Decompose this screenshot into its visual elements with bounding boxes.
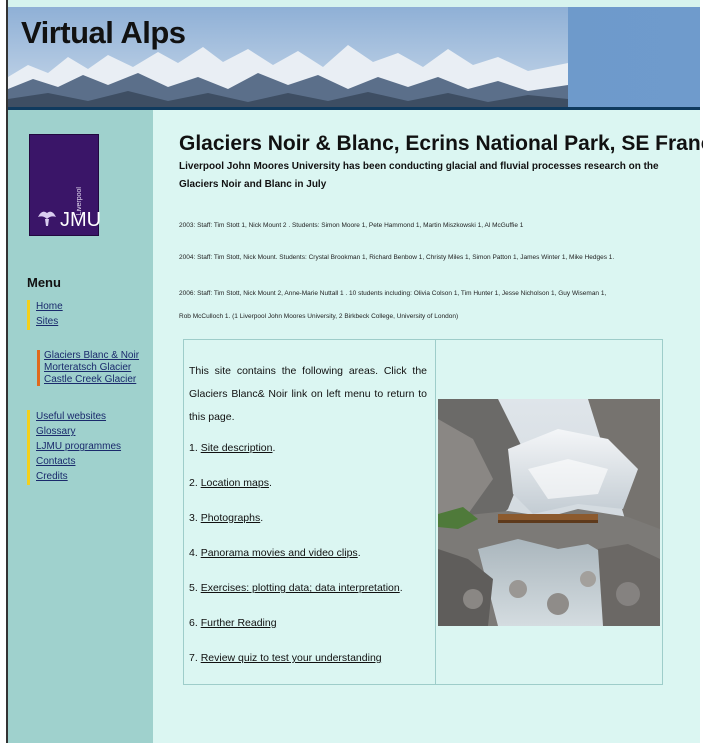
panorama-movies-link[interactable]: Panorama movies and video clips xyxy=(201,547,358,559)
location-maps-link[interactable]: Location maps xyxy=(201,477,269,489)
list-item-suffix: . xyxy=(268,477,272,489)
areas-panel: This site contains the following areas. … xyxy=(183,339,663,685)
staff-2006-line1: 2006: Staff: Tim Stott, Nick Mount 2, An… xyxy=(179,290,607,297)
nav-bottom: Useful websites Glossary LJMU programmes… xyxy=(27,410,121,485)
list-item: 4. Panorama movies and video clips. xyxy=(189,547,361,559)
list-item-number: 6. xyxy=(189,617,198,629)
list-item: 5. Exercises: plotting data; data interp… xyxy=(189,582,403,594)
areas-intro: This site contains the following areas. … xyxy=(189,365,427,423)
nav-glossary-link[interactable]: Glossary xyxy=(27,425,121,440)
main-content: Glaciers Noir & Blanc, Ecrins National P… xyxy=(153,110,703,743)
exercises-link[interactable]: Exercises: plotting data; data interpret… xyxy=(201,582,400,594)
nav-top: Home Sites xyxy=(27,300,63,330)
page-heading: Glaciers Noir & Blanc, Ecrins National P… xyxy=(179,132,703,155)
list-item-suffix: . xyxy=(357,547,361,559)
staff-2004: 2004: Staff: Tim Stott, Nick Mount. Stud… xyxy=(179,254,615,261)
list-item-suffix: . xyxy=(272,442,276,454)
nav-morteratsch-link[interactable]: Morteratsch Glacier xyxy=(44,362,139,374)
header-banner: Virtual Alps xyxy=(8,7,700,107)
list-item-number: 7. xyxy=(189,652,198,664)
panel-divider xyxy=(435,340,436,685)
list-item: 6. Further Reading xyxy=(189,617,277,629)
nav-credits-link[interactable]: Credits xyxy=(27,470,121,485)
nav-castle-creek-link[interactable]: Castle Creek Glacier xyxy=(44,374,139,386)
list-item-number: 4. xyxy=(189,547,198,559)
page: Virtual Alps Liverpool JMU Menu Home Sit… xyxy=(6,0,703,743)
list-item-suffix: . xyxy=(399,582,403,594)
list-item: 7. Review quiz to test your understandin… xyxy=(189,652,382,664)
list-item-number: 1. xyxy=(189,442,198,454)
sites-subnav: Glaciers Blanc & Noir Morteratsch Glacie… xyxy=(37,350,139,386)
staff-2006-line2: Rob McCulloch 1. (1 Liverpool John Moore… xyxy=(179,313,459,320)
list-item: 2. Location maps. xyxy=(189,477,272,489)
nav-home-link[interactable]: Home xyxy=(27,300,63,315)
crest-icon xyxy=(38,211,56,226)
list-item: 1. Site description. xyxy=(189,442,275,454)
intro-text: Liverpool John Moores University has bee… xyxy=(179,161,659,190)
list-item-number: 2. xyxy=(189,477,198,489)
list-item-number: 5. xyxy=(189,582,198,594)
sidebar: Liverpool JMU Menu Home Sites Glaciers B… xyxy=(8,110,153,743)
logo-big-text: JMU xyxy=(60,209,102,231)
nav-useful-websites-link[interactable]: Useful websites xyxy=(27,410,121,425)
list-item: 3. Photographs. xyxy=(189,512,263,524)
glacier-photo xyxy=(438,399,660,626)
site-description-link[interactable]: Site description xyxy=(201,442,273,454)
nav-glaciers-blanc-noir-link[interactable]: Glaciers Blanc & Noir xyxy=(44,350,139,362)
list-item-suffix: . xyxy=(260,512,264,524)
review-quiz-link[interactable]: Review quiz to test your understanding xyxy=(201,652,382,664)
nav-ljmu-programmes-link[interactable]: LJMU programmes xyxy=(27,440,121,455)
photographs-link[interactable]: Photographs xyxy=(201,512,261,524)
list-item-number: 3. xyxy=(189,512,198,524)
staff-2003: 2003: Staff: Tim Stott 1, Nick Mount 2 .… xyxy=(179,222,524,229)
further-reading-link[interactable]: Further Reading xyxy=(201,617,277,629)
ljmu-logo[interactable]: Liverpool JMU xyxy=(29,134,102,236)
nav-contacts-link[interactable]: Contacts xyxy=(27,455,121,470)
site-title: Virtual Alps xyxy=(21,15,186,50)
menu-title: Menu xyxy=(27,275,61,290)
nav-sites-link[interactable]: Sites xyxy=(27,315,63,330)
